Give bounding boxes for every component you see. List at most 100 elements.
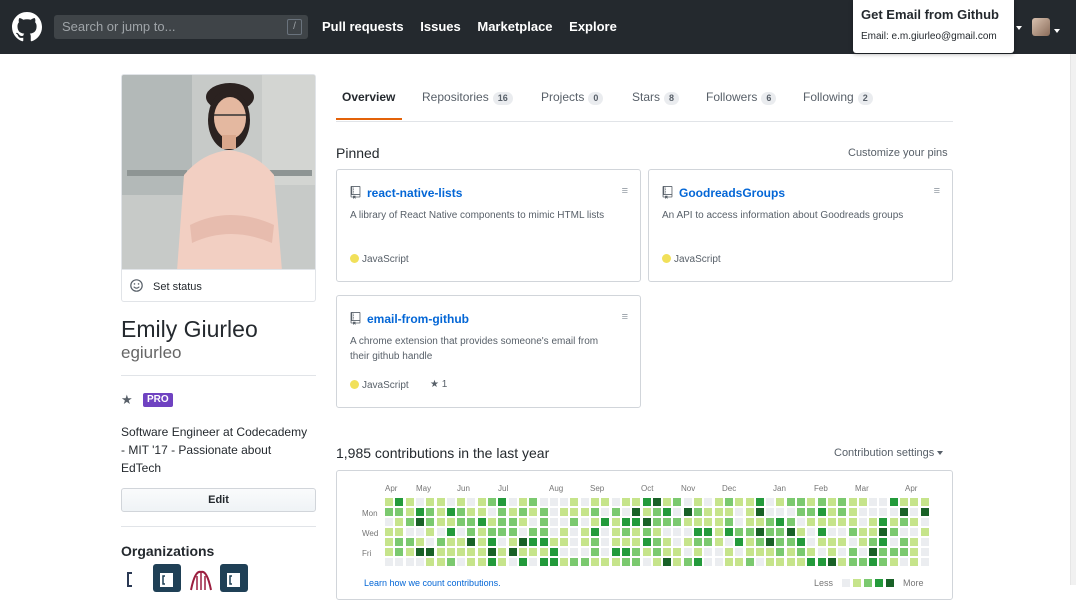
contribution-day-cell[interactable] bbox=[591, 548, 599, 556]
contribution-day-cell[interactable] bbox=[694, 538, 702, 546]
profile-photo[interactable] bbox=[121, 74, 316, 270]
contribution-day-cell[interactable] bbox=[694, 498, 702, 506]
contribution-day-cell[interactable] bbox=[673, 498, 682, 506]
contribution-day-cell[interactable] bbox=[797, 558, 805, 566]
contribution-day-cell[interactable] bbox=[385, 548, 393, 556]
contribution-day-cell[interactable] bbox=[508, 528, 517, 536]
contribution-day-cell[interactable] bbox=[766, 548, 775, 556]
contribution-day-cell[interactable] bbox=[817, 528, 826, 536]
contribution-day-cell[interactable] bbox=[539, 508, 548, 516]
contribution-day-cell[interactable] bbox=[848, 528, 857, 536]
contribution-day-cell[interactable] bbox=[632, 508, 641, 516]
contribution-day-cell[interactable] bbox=[426, 518, 435, 526]
contribution-day-cell[interactable] bbox=[632, 548, 641, 556]
contribution-day-cell[interactable] bbox=[869, 498, 878, 506]
contribution-day-cell[interactable] bbox=[735, 508, 744, 516]
contribution-day-cell[interactable] bbox=[395, 538, 404, 546]
page-scrollbar[interactable] bbox=[1070, 54, 1076, 585]
contribution-day-cell[interactable] bbox=[848, 558, 857, 566]
contribution-day-cell[interactable] bbox=[426, 528, 435, 536]
contribution-day-cell[interactable] bbox=[395, 518, 404, 526]
contribution-day-cell[interactable] bbox=[508, 548, 517, 556]
contribution-day-cell[interactable] bbox=[755, 558, 764, 566]
contribution-day-cell[interactable] bbox=[766, 538, 775, 546]
contribution-day-cell[interactable] bbox=[632, 518, 641, 526]
contribution-day-cell[interactable] bbox=[910, 538, 919, 546]
contribution-day-cell[interactable] bbox=[683, 548, 692, 556]
contribution-day-cell[interactable] bbox=[601, 528, 610, 536]
drag-handle-icon[interactable]: ≡ bbox=[622, 311, 628, 323]
contribution-day-cell[interactable] bbox=[920, 528, 929, 536]
contribution-day-cell[interactable] bbox=[518, 518, 527, 526]
contribution-day-cell[interactable] bbox=[642, 528, 651, 536]
org-avatar[interactable] bbox=[153, 564, 181, 592]
contribution-day-cell[interactable] bbox=[869, 548, 878, 556]
contribution-day-cell[interactable] bbox=[539, 528, 548, 536]
contribution-day-cell[interactable] bbox=[745, 528, 754, 536]
contribution-day-cell[interactable] bbox=[889, 508, 898, 516]
contribution-day-cell[interactable] bbox=[827, 518, 836, 526]
contribution-day-cell[interactable] bbox=[457, 508, 466, 516]
contribution-day-cell[interactable] bbox=[745, 498, 754, 506]
contribution-day-cell[interactable] bbox=[920, 508, 929, 516]
contribution-day-cell[interactable] bbox=[580, 508, 589, 516]
contribution-day-cell[interactable] bbox=[488, 538, 496, 546]
contribution-day-cell[interactable] bbox=[858, 508, 867, 516]
contribution-day-cell[interactable] bbox=[807, 518, 816, 526]
contribution-day-cell[interactable] bbox=[560, 508, 569, 516]
contribution-day-cell[interactable] bbox=[426, 548, 435, 556]
contribution-day-cell[interactable] bbox=[611, 558, 620, 566]
contribution-day-cell[interactable] bbox=[436, 498, 445, 506]
contribution-day-cell[interactable] bbox=[405, 518, 414, 526]
contribution-day-cell[interactable] bbox=[570, 528, 579, 536]
contribution-day-cell[interactable] bbox=[663, 508, 672, 516]
repo-link[interactable]: GoodreadsGroups bbox=[679, 186, 785, 200]
contribution-day-cell[interactable] bbox=[642, 538, 651, 546]
contribution-day-cell[interactable] bbox=[838, 538, 847, 546]
contribution-day-cell[interactable] bbox=[776, 548, 785, 556]
contribution-day-cell[interactable] bbox=[827, 558, 836, 566]
contribution-day-cell[interactable] bbox=[704, 528, 713, 536]
contribution-day-cell[interactable] bbox=[889, 528, 898, 536]
contribution-day-cell[interactable] bbox=[807, 528, 816, 536]
contribution-day-cell[interactable] bbox=[426, 498, 435, 506]
contribution-day-cell[interactable] bbox=[426, 558, 435, 566]
contribution-day-cell[interactable] bbox=[488, 518, 496, 526]
tab-following[interactable]: Following 2 bbox=[803, 90, 873, 105]
contribution-day-cell[interactable] bbox=[560, 528, 569, 536]
contribution-day-cell[interactable] bbox=[838, 508, 847, 516]
org-avatar[interactable] bbox=[220, 564, 248, 592]
contribution-day-cell[interactable] bbox=[704, 508, 713, 516]
contribution-day-cell[interactable] bbox=[529, 558, 538, 566]
contribution-day-cell[interactable] bbox=[621, 548, 630, 556]
contribution-day-cell[interactable] bbox=[766, 558, 775, 566]
contribution-day-cell[interactable] bbox=[457, 498, 466, 506]
contribution-day-cell[interactable] bbox=[477, 508, 486, 516]
contribution-day-cell[interactable] bbox=[827, 548, 836, 556]
contribution-day-cell[interactable] bbox=[869, 538, 878, 546]
contribution-day-cell[interactable] bbox=[786, 548, 795, 556]
contribution-day-cell[interactable] bbox=[549, 538, 558, 546]
contribution-day-cell[interactable] bbox=[591, 498, 599, 506]
contribution-day-cell[interactable] bbox=[910, 528, 919, 536]
contribution-day-cell[interactable] bbox=[518, 538, 527, 546]
contribution-day-cell[interactable] bbox=[652, 538, 661, 546]
contribution-day-cell[interactable] bbox=[786, 558, 795, 566]
contribution-day-cell[interactable] bbox=[405, 528, 414, 536]
contribution-day-cell[interactable] bbox=[467, 498, 476, 506]
contribution-day-cell[interactable] bbox=[518, 548, 527, 556]
contribution-day-cell[interactable] bbox=[436, 508, 445, 516]
contribution-day-cell[interactable] bbox=[436, 518, 445, 526]
contribution-day-cell[interactable] bbox=[879, 528, 888, 536]
contribution-day-cell[interactable] bbox=[415, 528, 424, 536]
contribution-day-cell[interactable] bbox=[663, 558, 672, 566]
contribution-day-cell[interactable] bbox=[446, 538, 455, 546]
repo-link[interactable]: react-native-lists bbox=[367, 186, 462, 200]
contribution-day-cell[interactable] bbox=[580, 538, 589, 546]
contribution-day-cell[interactable] bbox=[652, 508, 661, 516]
contribution-day-cell[interactable] bbox=[601, 518, 610, 526]
contribution-day-cell[interactable] bbox=[755, 498, 764, 506]
contribution-day-cell[interactable] bbox=[436, 538, 445, 546]
contribution-day-cell[interactable] bbox=[467, 538, 476, 546]
contribution-day-cell[interactable] bbox=[611, 518, 620, 526]
